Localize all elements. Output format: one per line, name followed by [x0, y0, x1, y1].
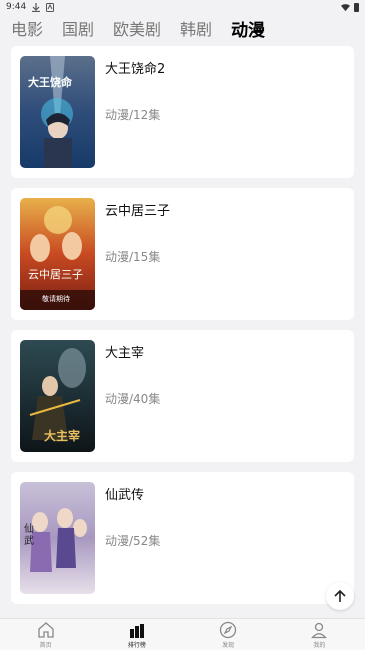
svg-text:大王饶命: 大王饶命	[28, 75, 73, 89]
tab-chinese-drama[interactable]: 国剧	[62, 16, 94, 40]
svg-text:仙: 仙	[24, 522, 34, 535]
svg-text:敬请期待: 敬请期待	[42, 294, 70, 303]
item-title: 大王饶命2	[105, 62, 166, 77]
nav-label: 发现	[222, 641, 235, 649]
tab-anime[interactable]: 动漫	[231, 16, 265, 41]
svg-text:大主宰: 大主宰	[44, 428, 80, 443]
poster-image: 仙 武	[20, 482, 95, 594]
category-tabs: 电影 国剧 欧美剧 韩剧 动漫	[0, 14, 365, 42]
poster-image: 大王饶命	[20, 56, 95, 168]
compass-icon	[219, 621, 237, 638]
profile-icon	[311, 622, 328, 638]
status-bar: 9:44	[0, 0, 365, 14]
tab-korean-drama[interactable]: 韩剧	[180, 16, 212, 40]
home-icon	[37, 621, 54, 638]
ranking-icon	[129, 623, 144, 638]
tab-western-drama[interactable]: 欧美剧	[113, 16, 161, 40]
poster-image: 云中居三子 敬请期待	[20, 198, 95, 310]
app-notification-icon	[46, 2, 55, 12]
wifi-icon	[341, 3, 350, 11]
list-item[interactable]: 仙 武 仙武传 动漫/52集	[11, 472, 354, 604]
list-item[interactable]: 云中居三子 敬请期待 云中居三子 动漫/15集	[11, 188, 354, 320]
nav-label: 排行榜	[127, 641, 146, 649]
item-title: 云中居三子	[105, 204, 171, 219]
download-icon	[32, 2, 41, 12]
nav-label: 首页	[39, 641, 52, 649]
nav-label: 我的	[313, 641, 326, 649]
list-item[interactable]: 大主宰 大主宰 动漫/40集	[11, 330, 354, 462]
nav-ranking[interactable]: 排行榜	[107, 621, 167, 649]
list-item[interactable]: 大王饶命 大王饶命2 动漫/12集	[11, 46, 354, 178]
nav-discover[interactable]: 发现	[198, 621, 258, 649]
item-title: 仙武传	[105, 488, 145, 503]
arrow-up-icon	[334, 589, 346, 602]
svg-text:云中居三子: 云中居三子	[28, 268, 83, 281]
bottom-nav: 首页 排行榜 发现 我的	[0, 618, 365, 650]
item-title: 大主宰	[105, 346, 145, 361]
item-meta: 动漫/15集	[105, 250, 161, 264]
nav-profile[interactable]: 我的	[289, 621, 349, 649]
tab-movies[interactable]: 电影	[11, 16, 43, 40]
svg-text:武: 武	[24, 534, 34, 547]
item-meta: 动漫/40集	[105, 392, 161, 406]
item-meta: 动漫/12集	[105, 108, 161, 122]
poster-image: 大主宰	[20, 340, 95, 452]
battery-icon	[354, 2, 359, 12]
nav-home[interactable]: 首页	[16, 621, 76, 649]
back-to-top-button[interactable]	[326, 582, 354, 610]
status-time: 9:44	[6, 2, 27, 12]
item-meta: 动漫/52集	[105, 534, 161, 548]
